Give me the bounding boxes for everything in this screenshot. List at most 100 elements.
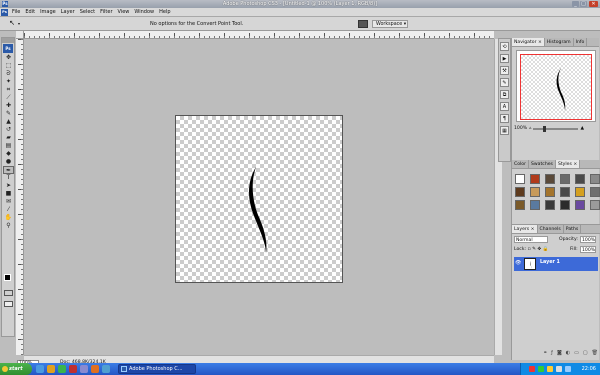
character-icon[interactable]: A <box>500 102 509 111</box>
browser-icon[interactable] <box>36 365 44 373</box>
tray-app-icon[interactable] <box>565 366 571 372</box>
style-swatch[interactable] <box>545 187 555 197</box>
style-swatch[interactable] <box>545 200 555 210</box>
blur-tool-icon[interactable]: ◆ <box>3 150 14 158</box>
type-tool-icon[interactable]: T <box>3 174 14 182</box>
tray-security-icon[interactable] <box>547 366 553 372</box>
tab-paths[interactable]: Paths <box>564 225 582 233</box>
document-canvas[interactable] <box>175 115 343 283</box>
firefox-icon[interactable] <box>91 365 99 373</box>
toolbox-grip[interactable] <box>2 38 14 43</box>
style-swatch[interactable] <box>575 200 585 210</box>
style-swatch[interactable] <box>590 200 600 210</box>
tab-color[interactable]: Color <box>512 160 529 168</box>
tab-swatches[interactable]: Swatches <box>529 160 556 168</box>
style-swatch[interactable] <box>530 200 540 210</box>
start-button[interactable]: start <box>0 363 32 375</box>
new-group-icon[interactable]: ▭ <box>574 349 579 358</box>
layer-style-icon[interactable]: ƒ <box>551 349 553 358</box>
zoom-in-icon[interactable]: ▲ <box>580 124 584 134</box>
history-icon[interactable]: ⟲ <box>500 42 509 51</box>
menu-file[interactable]: File <box>12 9 20 16</box>
minimize-button[interactable]: _ <box>572 1 579 7</box>
vertical-ruler[interactable] <box>16 39 24 355</box>
style-swatch[interactable] <box>590 174 600 184</box>
layer-row-layer-1[interactable]: 👁 Layer 1 <box>514 257 598 271</box>
opacity-field[interactable]: 100% <box>580 236 596 243</box>
style-swatch[interactable] <box>590 187 600 197</box>
horizontal-ruler[interactable] <box>24 31 494 39</box>
style-swatch[interactable] <box>560 187 570 197</box>
tab-channels[interactable]: Channels <box>538 225 564 233</box>
menu-view[interactable]: View <box>118 9 130 16</box>
taskbar-photoshop-button[interactable]: Adobe Photoshop C... <box>118 364 196 374</box>
lasso-tool-icon[interactable]: ᘐ <box>3 70 14 78</box>
tray-volume-icon[interactable] <box>556 366 562 372</box>
shape-tool-icon[interactable]: ■ <box>3 190 14 198</box>
zoom-out-icon[interactable]: ▵ <box>529 124 531 134</box>
tab-layers[interactable]: Layers × <box>512 225 538 233</box>
style-swatch[interactable] <box>575 174 585 184</box>
clone-stamp-tool-icon[interactable]: ▲ <box>3 118 14 126</box>
crop-tool-icon[interactable]: ⌗ <box>3 86 14 94</box>
style-swatch[interactable] <box>560 174 570 184</box>
style-swatch[interactable] <box>530 174 540 184</box>
layer-mask-icon[interactable]: ◙ <box>557 349 562 358</box>
chevron-down-icon[interactable]: ▾ <box>18 21 20 26</box>
link-layers-icon[interactable]: ⚭ <box>543 349 547 358</box>
slider-knob[interactable] <box>543 126 547 132</box>
workspace-icon[interactable] <box>358 20 368 28</box>
quick-mask-button[interactable] <box>4 290 13 296</box>
eraser-tool-icon[interactable]: ▰ <box>3 134 14 142</box>
layer-comps-icon[interactable]: ▦ <box>500 126 509 135</box>
workspace-button[interactable]: Workspace ▾ <box>372 20 408 28</box>
style-swatch[interactable] <box>560 200 570 210</box>
brushes-icon[interactable]: ✎ <box>500 78 509 87</box>
slice-tool-icon[interactable]: ⟋ <box>3 94 14 102</box>
style-swatch[interactable] <box>530 187 540 197</box>
move-tool-icon[interactable]: ✥ <box>3 54 14 62</box>
marquee-tool-icon[interactable]: ⬚ <box>3 62 14 70</box>
fill-field[interactable]: 100% <box>580 246 596 253</box>
convert-point-tool-icon[interactable]: ↖ <box>7 19 17 28</box>
actions-icon[interactable]: ▶ <box>500 54 509 63</box>
eyedropper-tool-icon[interactable]: ⁄ <box>3 206 14 214</box>
zoom-tool-icon[interactable]: ⚲ <box>3 222 14 230</box>
tray-alert-icon[interactable] <box>529 366 535 372</box>
tab-navigator[interactable]: Navigator × <box>512 38 545 46</box>
new-layer-icon[interactable]: ▢ <box>583 349 588 358</box>
document-workspace[interactable] <box>24 39 494 355</box>
menu-select[interactable]: Select <box>80 9 95 16</box>
desktop-icon[interactable] <box>80 365 88 373</box>
healing-brush-tool-icon[interactable]: ✚ <box>3 102 14 110</box>
magic-wand-tool-icon[interactable]: ✦ <box>3 78 14 86</box>
navigator-preview[interactable] <box>520 54 592 120</box>
navigator-zoom-value[interactable]: 100% <box>514 124 527 134</box>
style-swatch[interactable] <box>545 174 555 184</box>
ruler-origin[interactable] <box>16 31 24 39</box>
tab-styles[interactable]: Styles × <box>555 160 581 168</box>
close-button[interactable]: ✕ <box>589 1 598 7</box>
trash-icon[interactable]: 🗑 <box>592 349 598 358</box>
menu-help[interactable]: Help <box>159 9 170 16</box>
adjustment-layer-icon[interactable]: ◐ <box>566 349 570 358</box>
blend-mode-select[interactable]: Normal <box>514 236 548 243</box>
screen-mode-button[interactable] <box>4 301 13 307</box>
clone-source-icon[interactable]: ⧉ <box>500 90 509 99</box>
dodge-tool-icon[interactable]: ● <box>3 158 14 166</box>
path-selection-tool-icon[interactable]: ➤ <box>3 182 14 190</box>
app-icon[interactable] <box>69 365 77 373</box>
media-icon[interactable] <box>58 365 66 373</box>
lock-icons[interactable]: ▫ ✎ ✥ 🔒 <box>528 247 549 252</box>
style-swatch[interactable] <box>515 174 525 184</box>
layer-name[interactable]: Layer 1 <box>540 260 560 265</box>
style-swatch[interactable] <box>515 187 525 197</box>
navigator-zoom-slider[interactable] <box>533 126 579 132</box>
style-swatch[interactable] <box>575 187 585 197</box>
folder-icon[interactable] <box>47 365 55 373</box>
menu-window[interactable]: Window <box>134 9 154 16</box>
clock[interactable]: 22:06 <box>582 363 596 375</box>
menu-edit[interactable]: Edit <box>25 9 35 16</box>
messenger-icon[interactable] <box>102 365 110 373</box>
tray-network-icon[interactable] <box>538 366 544 372</box>
